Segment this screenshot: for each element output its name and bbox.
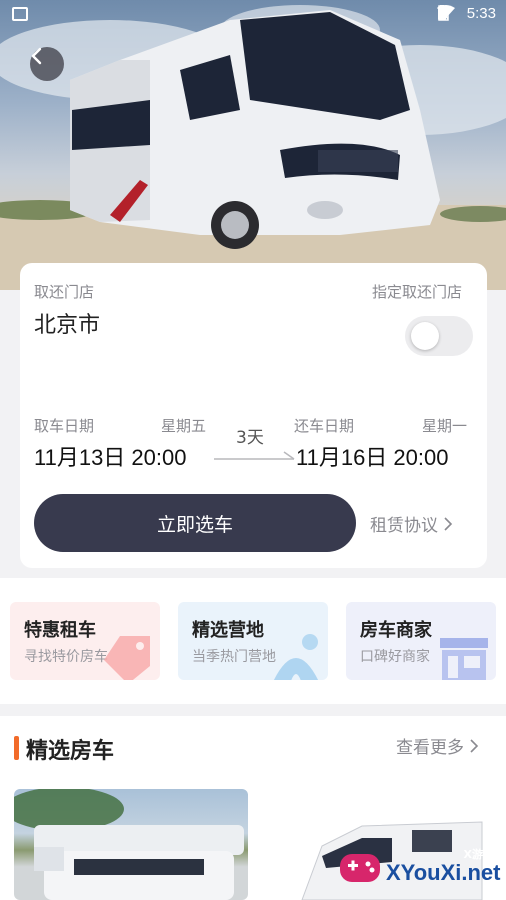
- chevron-right-icon: [470, 739, 479, 753]
- tile-title: 房车商家: [360, 620, 432, 641]
- tag-icon: [104, 636, 150, 680]
- chevron-left-icon: [31, 47, 42, 65]
- booking-card: 取还门店 指定取还门店 北京市 取车日期 星期五 11月13日 20:00 3天…: [20, 263, 487, 568]
- designate-store-toggle[interactable]: [405, 316, 473, 356]
- view-more-link[interactable]: 查看更多: [396, 733, 479, 758]
- site-watermark: X游戏 XYouXi.net: [336, 838, 506, 900]
- chevron-right-icon: [444, 517, 453, 531]
- status-time: 5:33: [466, 5, 496, 22]
- app-screen: 5:33 取还门店 指定取还门店 北京市 取车日期 星期五 11月13日 20:…: [0, 0, 506, 900]
- back-button[interactable]: [30, 47, 64, 81]
- tile-campsite[interactable]: 精选营地 当季热门营地: [178, 602, 328, 680]
- return-datetime[interactable]: 11月16日 20:00: [296, 440, 448, 472]
- toggle-knob: [411, 322, 439, 350]
- rental-agreement-link[interactable]: 租赁协议: [370, 511, 453, 536]
- tile-subtitle: 口碑好商家: [360, 649, 430, 665]
- gallery-icon: [12, 7, 28, 21]
- tile-subtitle: 寻找特价房车: [24, 649, 108, 665]
- designate-store-label: 指定取还门店: [372, 283, 463, 301]
- store-label: 取还门店: [34, 283, 95, 301]
- feature-tiles: 特惠租车 寻找特价房车 精选营地 当季热门营地 房车商家 口碑好商家: [0, 578, 506, 704]
- status-bar: 5:33: [0, 0, 506, 30]
- tent-icon: [274, 634, 318, 680]
- gamepad-logo-icon: [340, 854, 380, 882]
- rental-duration: 3天: [236, 428, 264, 448]
- return-weekday: 星期一: [422, 417, 468, 435]
- tile-title: 特惠租车: [24, 620, 96, 641]
- pickup-datetime[interactable]: 11月13日 20:00: [34, 440, 186, 472]
- duration-arrow-icon: [214, 451, 295, 460]
- city-selector[interactable]: 北京市: [34, 307, 100, 339]
- pickup-weekday: 星期五: [161, 417, 207, 435]
- store-icon: [440, 638, 488, 680]
- tile-discount-rental[interactable]: 特惠租车 寻找特价房车: [10, 602, 160, 680]
- motorhome-photo: [0, 5, 506, 290]
- watermark-text: XYouXi.net: [386, 860, 501, 885]
- section-title: 精选房车: [26, 739, 115, 764]
- tile-subtitle: 当季热门营地: [192, 649, 276, 665]
- select-car-button[interactable]: 立即选车: [34, 494, 356, 552]
- tile-merchants[interactable]: 房车商家 口碑好商家: [346, 602, 496, 680]
- rv-card-image-1[interactable]: [14, 789, 248, 900]
- hero-banner: 5:33: [0, 0, 506, 290]
- agreement-label: 租赁协议: [370, 516, 438, 536]
- pickup-date-label: 取车日期: [34, 417, 95, 435]
- tile-title: 精选营地: [192, 620, 264, 641]
- section-accent-bar: [14, 736, 19, 760]
- return-date-label: 还车日期: [294, 417, 355, 435]
- view-more-label: 查看更多: [396, 738, 464, 758]
